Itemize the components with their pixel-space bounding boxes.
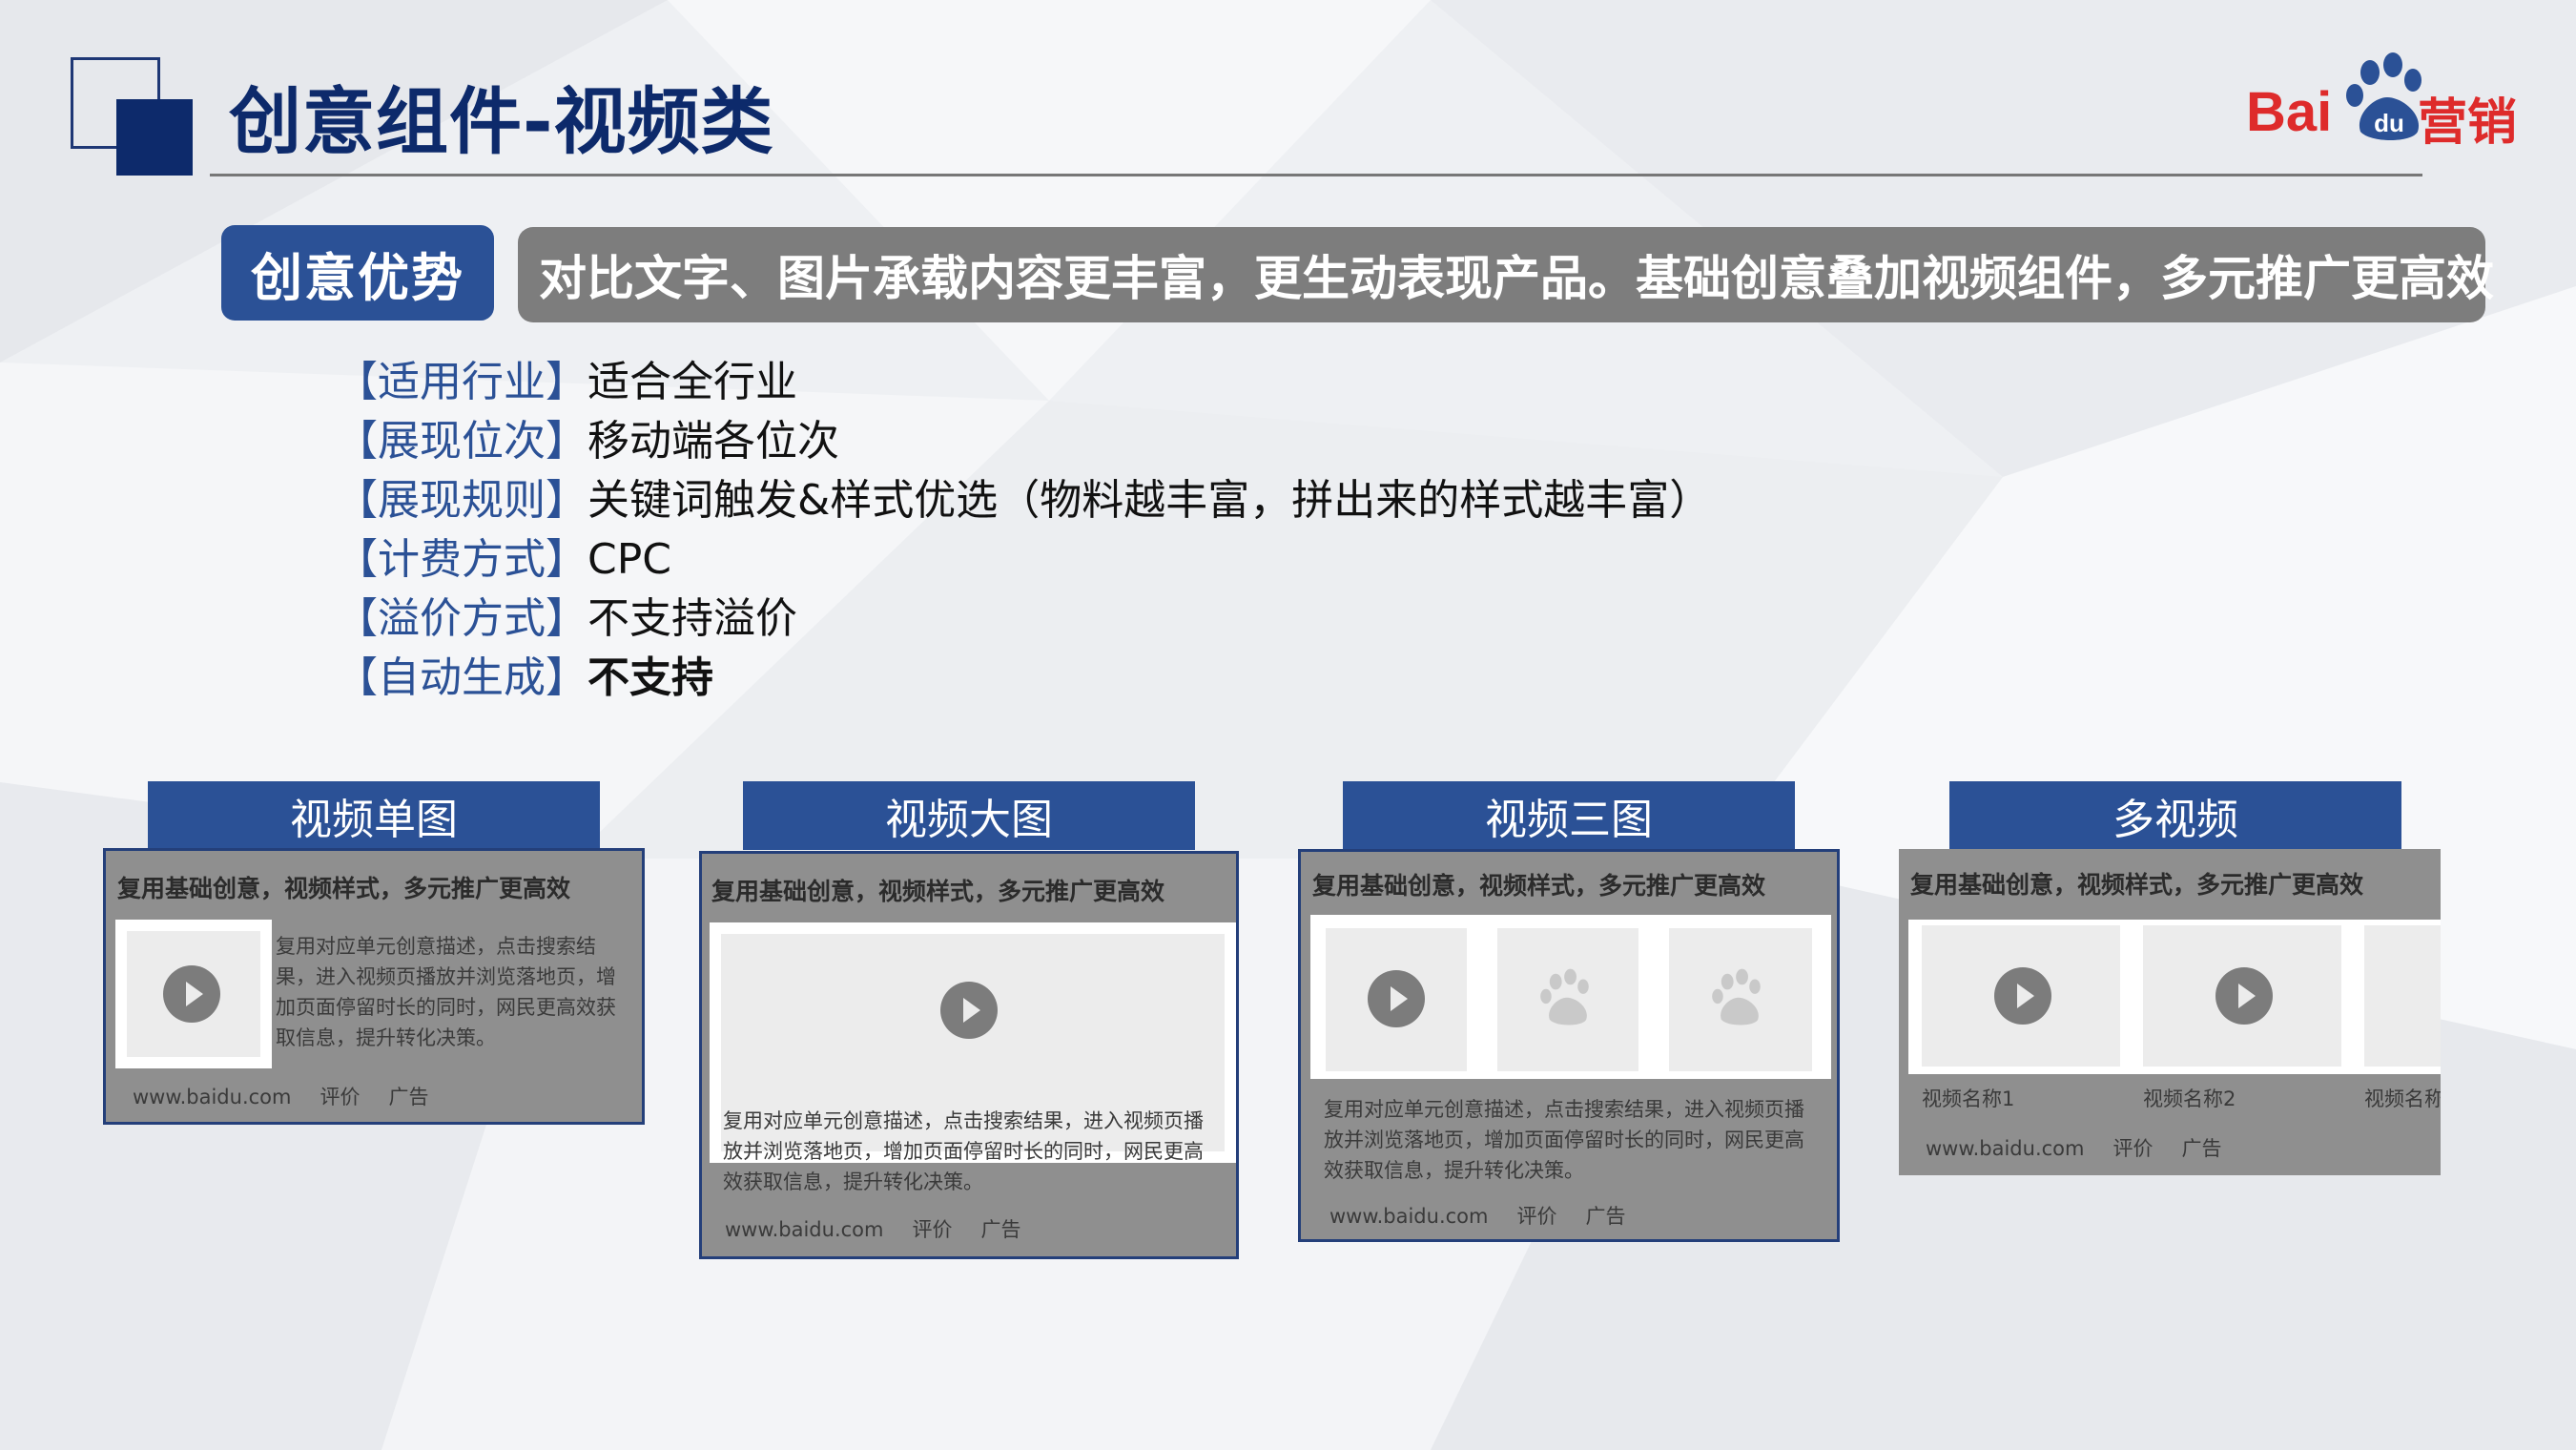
card-description: 复用对应单元创意描述，点击搜索结果，进入视频页播放并浏览落地页，增加页面停留时长… xyxy=(276,935,616,1049)
footer-ad-label: 广告 xyxy=(388,1086,429,1108)
title-decoration-block xyxy=(116,99,193,176)
video-name: 视频名称1 xyxy=(1922,1088,2015,1110)
video-thumbnail xyxy=(2364,925,2441,1067)
video-name: 视频名称 xyxy=(2364,1088,2441,1110)
card-multi-video: 复用基础创意，视频样式，多元推广更高效 视频名称1 视频名称2 视频名称 www… xyxy=(1899,849,2441,1175)
card-tab-single-image: 视频单图 xyxy=(148,781,600,850)
card-tab-multi-video: 多视频 xyxy=(1949,781,2401,850)
spec-item: 【计费方式】CPC xyxy=(336,530,1711,590)
footer-url: www.baidu.com xyxy=(1329,1205,1489,1228)
spec-value: 移动端各位次 xyxy=(587,417,839,466)
spec-label: 【计费方式】 xyxy=(336,535,587,584)
logo-bai-text: Bai xyxy=(2246,81,2333,143)
card-single-image: 复用基础创意，视频样式，多元推广更高效 复用对应单元创意描述，点击搜索结果，进入… xyxy=(103,848,645,1125)
card-footer: www.baidu.com 评价 广告 xyxy=(133,1082,457,1110)
card-headline: 复用基础创意，视频样式，多元推广更高效 xyxy=(711,878,1165,905)
logo-du-text: du xyxy=(2374,109,2404,137)
spec-value: CPC xyxy=(587,535,671,584)
footer-ad-label: 广告 xyxy=(2181,1137,2222,1160)
play-icon[interactable] xyxy=(940,982,998,1039)
footer-review: 评价 xyxy=(912,1218,953,1241)
background-geometric xyxy=(0,0,2576,1450)
spec-label: 【展现位次】 xyxy=(336,417,587,466)
spec-value: 不支持溢价 xyxy=(587,594,797,643)
baidu-marketing-logo: Bai du 营销 xyxy=(2246,52,2523,152)
spec-value: 不支持 xyxy=(587,653,713,702)
footer-review: 评价 xyxy=(319,1086,361,1108)
footer-ad-label: 广告 xyxy=(1585,1205,1626,1228)
spec-item: 【溢价方式】不支持溢价 xyxy=(336,590,1711,649)
card-description: 复用对应单元创意描述，点击搜索结果，进入视频页播放并浏览落地页，增加页面停留时长… xyxy=(1324,1098,1804,1182)
footer-ad-label: 广告 xyxy=(980,1218,1021,1241)
title-divider xyxy=(210,174,2422,176)
spec-item: 【展现规则】关键词触发&样式优选（物料越丰富，拼出来的样式越丰富） xyxy=(336,471,1711,530)
card-headline: 复用基础创意，视频样式，多元推广更高效 xyxy=(1910,871,2364,899)
play-icon[interactable] xyxy=(163,965,220,1023)
card-tab-large-image: 视频大图 xyxy=(743,781,1195,850)
page-title: 创意组件-视频类 xyxy=(229,79,774,164)
spec-value: 关键词触发&样式优选（物料越丰富，拼出来的样式越丰富） xyxy=(587,476,1712,525)
footer-url: www.baidu.com xyxy=(1926,1137,2085,1160)
play-icon[interactable] xyxy=(2215,967,2273,1025)
card-headline: 复用基础创意，视频样式，多元推广更高效 xyxy=(1312,872,1766,900)
card-footer: www.baidu.com 评价 广告 xyxy=(1926,1133,2250,1162)
card-headline: 复用基础创意，视频样式，多元推广更高效 xyxy=(117,875,571,902)
spec-label: 【溢价方式】 xyxy=(336,594,587,643)
spec-item: 【自动生成】不支持 xyxy=(336,649,1711,708)
card-footer: www.baidu.com 评价 广告 xyxy=(725,1214,1049,1243)
card-footer: www.baidu.com 评价 广告 xyxy=(1329,1201,1654,1230)
logo-yingxiao-text: 营销 xyxy=(2418,94,2518,152)
spec-label: 【展现规则】 xyxy=(336,476,587,525)
baidu-paw-placeholder-icon xyxy=(1540,968,1589,1025)
baidu-paw-placeholder-icon xyxy=(1712,968,1761,1025)
play-icon[interactable] xyxy=(1994,967,2051,1025)
card-large-image: 复用基础创意，视频样式，多元推广更高效 复用对应单元创意描述，点击搜索结果，进入… xyxy=(699,851,1239,1259)
footer-review: 评价 xyxy=(1516,1205,1557,1228)
card-three-images: 复用基础创意，视频样式，多元推广更高效 复用对应单元创意描述，点击搜索结果，进入… xyxy=(1298,849,1840,1242)
spec-item: 【展现位次】移动端各位次 xyxy=(336,412,1711,471)
spec-label: 【自动生成】 xyxy=(336,653,587,702)
advantage-description: 对比文字、图片承载内容更丰富，更生动表现产品。基础创意叠加视频组件，多元推广更高… xyxy=(518,227,2494,322)
spec-value: 适合全行业 xyxy=(587,358,797,406)
footer-url: www.baidu.com xyxy=(133,1086,292,1108)
footer-url: www.baidu.com xyxy=(725,1218,884,1241)
spec-label: 【适用行业】 xyxy=(336,358,587,406)
card-description: 复用对应单元创意描述，点击搜索结果，进入视频页播放并浏览落地页，增加页面停留时长… xyxy=(723,1109,1204,1193)
card-tab-three-images: 视频三图 xyxy=(1343,781,1795,850)
advantage-tag: 创意优势 xyxy=(221,225,494,321)
footer-review: 评价 xyxy=(2112,1137,2154,1160)
spec-list: 【适用行业】适合全行业 【展现位次】移动端各位次 【展现规则】关键词触发&样式优… xyxy=(336,353,1711,708)
spec-item: 【适用行业】适合全行业 xyxy=(336,353,1711,412)
play-icon[interactable] xyxy=(1368,970,1425,1027)
video-name: 视频名称2 xyxy=(2143,1088,2236,1110)
